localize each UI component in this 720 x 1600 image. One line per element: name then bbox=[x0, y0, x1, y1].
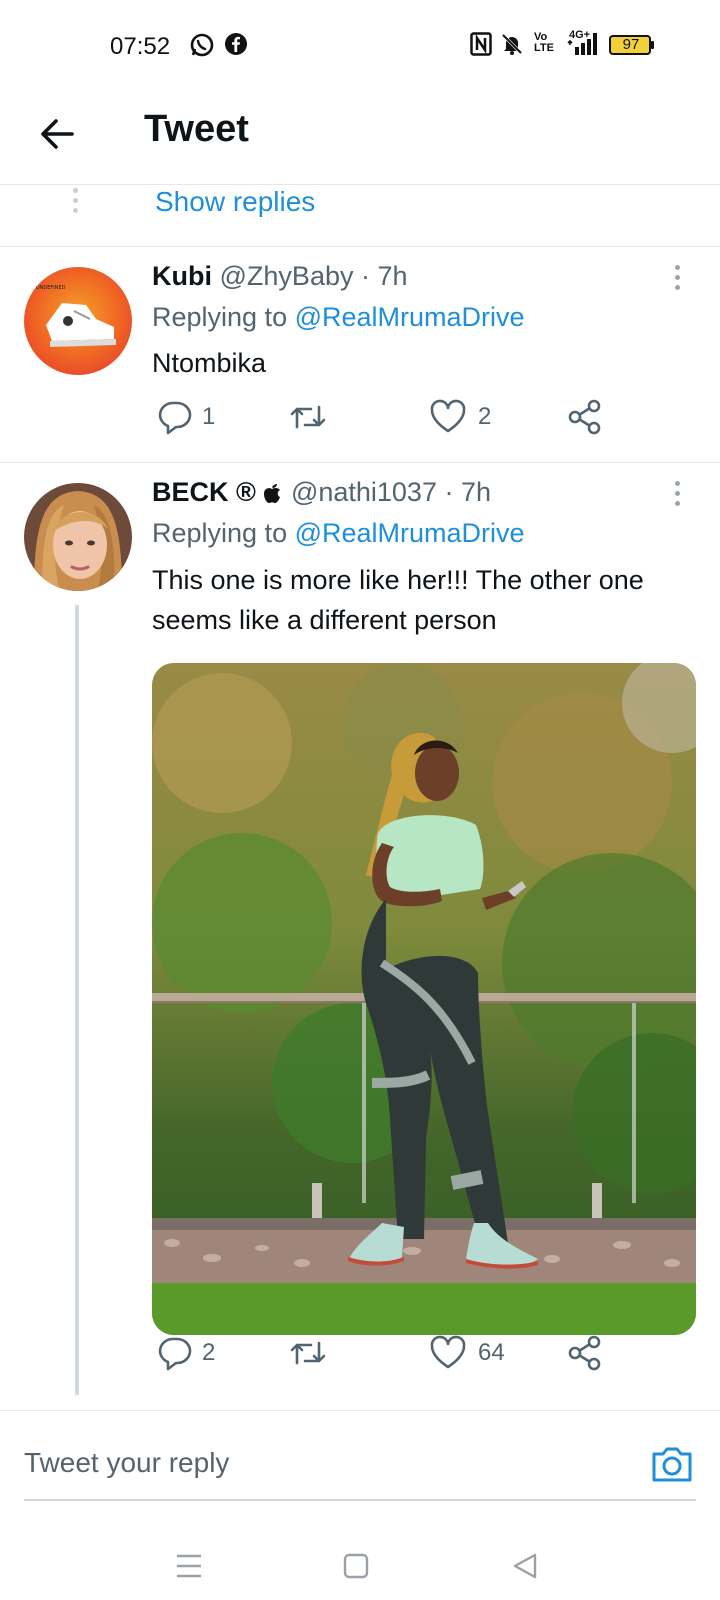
tweet-beck[interactable]: BECK ® @nathi1037 · 7h Replying to @Real… bbox=[0, 463, 720, 1403]
author-name[interactable]: Kubi bbox=[152, 261, 212, 291]
share-icon bbox=[568, 399, 601, 435]
camera-icon bbox=[652, 1447, 692, 1482]
mention-link[interactable]: @RealMrumaDrive bbox=[295, 302, 525, 332]
show-replies-link[interactable]: Show replies bbox=[155, 186, 315, 218]
top-app-bar: Tweet bbox=[0, 90, 720, 185]
retweet-icon bbox=[290, 1341, 326, 1365]
reply-count: 2 bbox=[202, 1339, 216, 1366]
like-count: 64 bbox=[478, 1339, 505, 1366]
tweet-text: Ntombika bbox=[152, 348, 267, 378]
system-nav-bar bbox=[0, 1520, 720, 1600]
arrow-left-icon bbox=[41, 119, 74, 149]
author-handle[interactable]: @nathi1037 bbox=[291, 477, 437, 507]
reply-input[interactable]: Tweet your reply bbox=[24, 1447, 229, 1479]
home-square-icon[interactable] bbox=[343, 1553, 369, 1584]
whatsapp-icon bbox=[189, 32, 215, 63]
back-button[interactable] bbox=[36, 112, 80, 156]
signal-icon: 4G+ bbox=[566, 29, 600, 62]
heart-icon bbox=[430, 399, 466, 433]
show-replies-row[interactable]: Show replies bbox=[0, 184, 720, 247]
reply-icon bbox=[158, 1337, 192, 1371]
avatar[interactable] bbox=[24, 483, 132, 591]
author-name[interactable]: BECK ® bbox=[152, 477, 256, 507]
reply-underline bbox=[24, 1499, 696, 1501]
thread-connector bbox=[75, 605, 79, 1395]
menu-icon[interactable] bbox=[176, 1554, 202, 1583]
tweet-time: · 7h bbox=[444, 477, 492, 507]
nfc-icon bbox=[470, 32, 492, 61]
tweet-author-line: Kubi @ZhyBaby · 7h bbox=[152, 261, 408, 292]
status-bar: 07:52 Vo LTE 4G+ 97 bbox=[0, 0, 720, 90]
reply-composer: Tweet your reply bbox=[0, 1410, 720, 1501]
battery-level: 97 bbox=[622, 36, 640, 53]
more-options-icon[interactable] bbox=[675, 265, 681, 295]
tweet-photo[interactable] bbox=[152, 663, 696, 1335]
page-title: Tweet bbox=[144, 108, 249, 150]
status-time: 07:52 bbox=[110, 33, 171, 60]
reply-count: 1 bbox=[202, 403, 216, 430]
replying-to: Replying to @RealMrumaDrive bbox=[152, 302, 525, 332]
thread-dots-icon bbox=[73, 188, 79, 218]
tweet-text: This one is more like her!!! The other o… bbox=[152, 565, 644, 635]
avatar[interactable]: UNDEFINED bbox=[24, 267, 132, 375]
retweet-icon bbox=[290, 405, 326, 429]
tweet-kubi[interactable]: UNDEFINED Kubi @ZhyBaby · 7h Replying to… bbox=[0, 247, 720, 461]
author-handle[interactable]: @ZhyBaby bbox=[220, 261, 354, 291]
apple-icon bbox=[264, 484, 281, 503]
camera-button[interactable] bbox=[650, 1444, 694, 1489]
share-icon bbox=[568, 1335, 601, 1371]
tweet-time: · 7h bbox=[361, 261, 408, 291]
heart-icon bbox=[430, 1335, 466, 1369]
reply-icon bbox=[158, 401, 192, 435]
more-options-icon[interactable] bbox=[675, 481, 681, 511]
tweet-author-line: BECK ® @nathi1037 · 7h bbox=[152, 477, 491, 508]
back-triangle-icon[interactable] bbox=[512, 1553, 538, 1584]
replying-to: Replying to @RealMrumaDrive bbox=[152, 518, 525, 548]
facebook-icon bbox=[224, 32, 248, 61]
volte-icon: Vo LTE bbox=[534, 31, 554, 54]
like-count: 2 bbox=[478, 403, 492, 430]
avatar-label: UNDEFINED bbox=[36, 285, 66, 291]
mention-link[interactable]: @RealMrumaDrive bbox=[295, 518, 525, 548]
mute-icon bbox=[500, 32, 524, 61]
